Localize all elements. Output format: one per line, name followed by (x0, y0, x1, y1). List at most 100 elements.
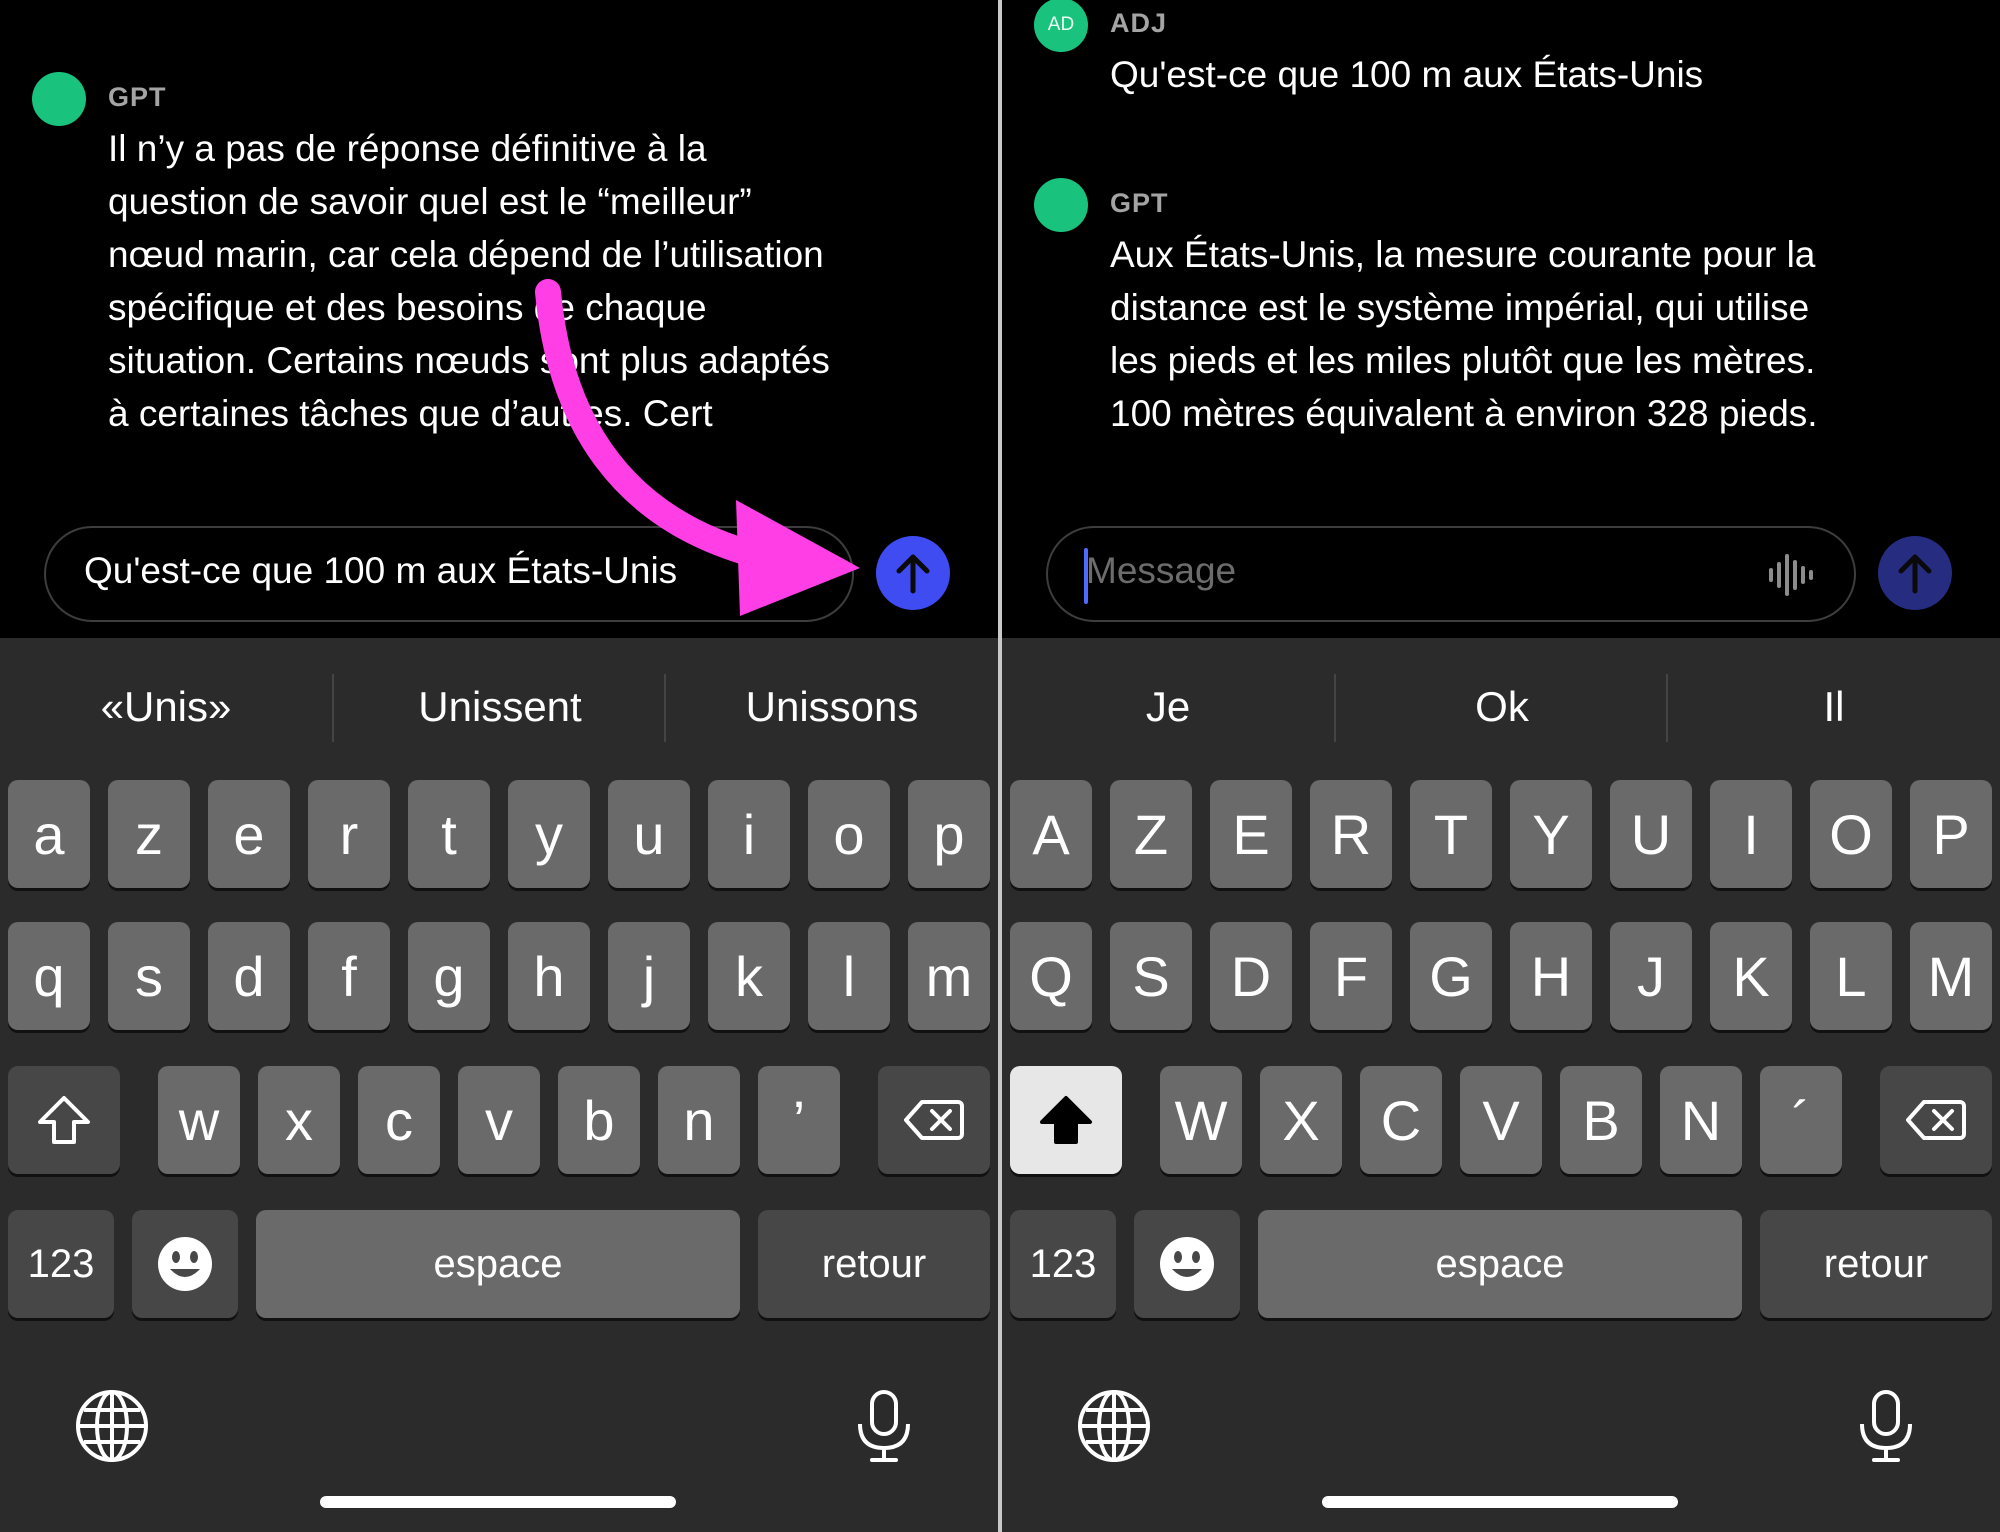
key[interactable]: u (608, 780, 690, 888)
key[interactable]: a (8, 780, 90, 888)
suggestion-2[interactable]: Unissent (334, 638, 666, 776)
key[interactable]: ’ (758, 1066, 840, 1174)
emoji-key[interactable] (1134, 1210, 1240, 1318)
message-line: les pieds et les miles plutôt que les mè… (1110, 340, 1816, 381)
key[interactable]: S (1110, 922, 1192, 1030)
key[interactable]: A (1010, 780, 1092, 888)
key[interactable]: G (1410, 922, 1492, 1030)
key[interactable]: i (708, 780, 790, 888)
globe-icon[interactable] (74, 1388, 150, 1464)
key[interactable]: f (308, 922, 390, 1030)
key[interactable]: X (1260, 1066, 1342, 1174)
message-input[interactable]: Message (1046, 526, 1856, 622)
key[interactable]: y (508, 780, 590, 888)
key[interactable]: C (1360, 1066, 1442, 1174)
voice-waveform-icon[interactable] (1766, 550, 1816, 600)
key[interactable]: M (1910, 922, 1992, 1030)
key[interactable]: R (1310, 780, 1392, 888)
message-line: spécifique et des besoins de chaque (108, 287, 707, 328)
key[interactable]: m (908, 922, 990, 1030)
emoji-key[interactable] (132, 1210, 238, 1318)
key[interactable]: J (1610, 922, 1692, 1030)
space-key[interactable]: espace (256, 1210, 740, 1318)
key[interactable]: F (1310, 922, 1392, 1030)
suggestion-3[interactable]: Il (1668, 638, 2000, 776)
gpt-avatar (32, 72, 86, 126)
message-line: Aux États-Unis, la mesure courante pour … (1110, 234, 1816, 275)
message-line: question de savoir quel est le “meilleur… (108, 181, 752, 222)
key[interactable]: e (208, 780, 290, 888)
key[interactable]: E (1210, 780, 1292, 888)
key[interactable]: P (1910, 780, 1992, 888)
suggestion-2[interactable]: Ok (1336, 638, 1668, 776)
key[interactable]: Z (1110, 780, 1192, 888)
key[interactable]: I (1710, 780, 1792, 888)
key[interactable]: h (508, 922, 590, 1030)
message-body: Aux États-Unis, la mesure courante pour … (1110, 228, 1960, 440)
arrow-up-icon (896, 554, 930, 594)
key[interactable]: k (708, 922, 790, 1030)
key[interactable]: v (458, 1066, 540, 1174)
emoji-icon (1160, 1237, 1214, 1291)
microphone-icon[interactable] (846, 1388, 922, 1464)
message-sender: ADJ (1110, 8, 1168, 38)
key[interactable]: j (608, 922, 690, 1030)
message-line: 100 mètres équivalent à environ 328 pied… (1110, 393, 1818, 434)
key[interactable]: U (1610, 780, 1692, 888)
key[interactable]: t (408, 780, 490, 888)
key[interactable]: o (808, 780, 890, 888)
delete-key[interactable] (1880, 1066, 1992, 1174)
key[interactable]: c (358, 1066, 440, 1174)
message-line: à certaines tâches que d’autres. Cert (108, 393, 713, 434)
key[interactable]: O (1810, 780, 1892, 888)
shift-key[interactable] (8, 1066, 120, 1174)
key[interactable]: x (258, 1066, 340, 1174)
message-body: Il n’y a pas de réponse définitive à la … (108, 122, 958, 440)
key[interactable]: T (1410, 780, 1492, 888)
key[interactable]: Y (1510, 780, 1592, 888)
suggestion-1[interactable]: Je (1002, 638, 1334, 776)
key[interactable]: Q (1010, 922, 1092, 1030)
shift-key[interactable] (1010, 1066, 1122, 1174)
key[interactable]: N (1660, 1066, 1742, 1174)
home-indicator (1322, 1496, 1678, 1508)
key[interactable]: ´ (1760, 1066, 1842, 1174)
message-input[interactable]: Qu'est-ce que 100 m aux États-Unis (44, 526, 854, 622)
key[interactable]: D (1210, 922, 1292, 1030)
shift-icon (1040, 1096, 1092, 1144)
return-key[interactable]: retour (1760, 1210, 1992, 1318)
key[interactable]: w (158, 1066, 240, 1174)
send-button[interactable] (1878, 536, 1952, 610)
key[interactable]: W (1160, 1066, 1242, 1174)
suggestion-1[interactable]: «Unis» (0, 638, 332, 776)
key[interactable]: K (1710, 922, 1792, 1030)
numbers-key[interactable]: 123 (8, 1210, 114, 1318)
message-line: nœud marin, car cela dépend de l’utilisa… (108, 234, 824, 275)
key[interactable]: n (658, 1066, 740, 1174)
emoji-icon (158, 1237, 212, 1291)
key[interactable]: V (1460, 1066, 1542, 1174)
key[interactable]: l (808, 922, 890, 1030)
globe-icon[interactable] (1076, 1388, 1152, 1464)
message-sender: GPT (108, 82, 167, 112)
message-line: distance est le système impérial, qui ut… (1110, 287, 1810, 328)
send-button[interactable] (876, 536, 950, 610)
message-line: situation. Certains nœuds sont plus adap… (108, 340, 830, 381)
key[interactable]: p (908, 780, 990, 888)
key[interactable]: s (108, 922, 190, 1030)
key[interactable]: g (408, 922, 490, 1030)
suggestion-3[interactable]: Unissons (666, 638, 998, 776)
delete-key[interactable] (878, 1066, 990, 1174)
key[interactable]: B (1560, 1066, 1642, 1174)
return-key[interactable]: retour (758, 1210, 990, 1318)
key[interactable]: H (1510, 922, 1592, 1030)
key[interactable]: d (208, 922, 290, 1030)
key[interactable]: L (1810, 922, 1892, 1030)
microphone-icon[interactable] (1848, 1388, 1924, 1464)
key[interactable]: z (108, 780, 190, 888)
space-key[interactable]: espace (1258, 1210, 1742, 1318)
key[interactable]: b (558, 1066, 640, 1174)
key[interactable]: r (308, 780, 390, 888)
key[interactable]: q (8, 922, 90, 1030)
numbers-key[interactable]: 123 (1010, 1210, 1116, 1318)
